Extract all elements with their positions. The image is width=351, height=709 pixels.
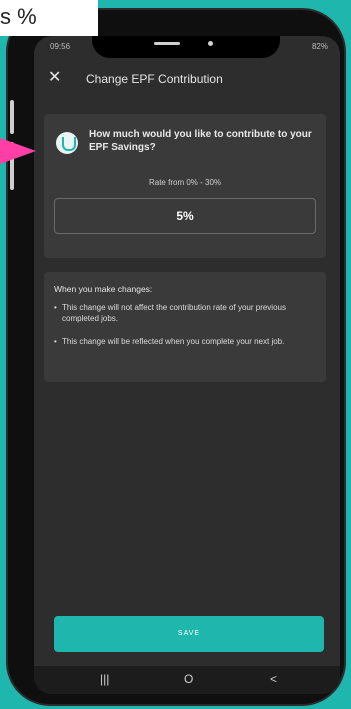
info-bullet: • This change will be reflected when you… <box>54 336 312 358</box>
volume-up-button <box>10 100 14 134</box>
recent-apps-button[interactable]: ||| <box>100 672 109 686</box>
info-heading: When you make changes: <box>54 284 153 294</box>
caption-box: s % <box>0 0 98 36</box>
save-button[interactable]: SAVE <box>54 616 324 652</box>
caption-text: s % <box>0 4 37 29</box>
info-bullet-text: This change will be reflected when you c… <box>62 337 285 346</box>
app-header: ✕ Change EPF Contribution <box>34 62 340 96</box>
epf-emblem-icon <box>56 132 78 154</box>
close-icon[interactable]: ✕ <box>48 70 61 86</box>
battery-level: 82% <box>311 42 328 51</box>
info-card: When you make changes: • This change wil… <box>44 272 326 382</box>
contribution-card: How much would you like to contribute to… <box>44 114 326 258</box>
back-button[interactable]: < <box>270 672 277 686</box>
status-time: 09:56 <box>50 42 71 51</box>
info-bullet: • This change will not affect the contri… <box>54 302 312 324</box>
phone-screen: 09:56 82% ✕ Change EPF Contribution How … <box>34 36 340 694</box>
android-nav-bar: ||| O < <box>34 666 340 694</box>
contribution-rate-input[interactable]: 5% <box>54 198 316 234</box>
bullet-dot-icon: • <box>54 303 57 312</box>
camera-notch <box>92 36 280 58</box>
contribution-question: How much would you like to contribute to… <box>89 129 312 153</box>
home-button[interactable]: O <box>184 672 193 686</box>
page-title: Change EPF Contribution <box>86 72 223 86</box>
contribution-rate-value: 5% <box>176 209 194 223</box>
info-bullet-text: This change will not affect the contribu… <box>62 303 286 323</box>
speaker-grille <box>154 42 180 45</box>
phone-frame: 09:56 82% ✕ Change EPF Contribution How … <box>6 8 346 706</box>
camera-dot <box>208 41 213 46</box>
bullet-dot-icon: • <box>54 337 57 346</box>
pink-arrow-icon <box>0 138 36 164</box>
rate-range-label: Rate from 0% - 30% <box>148 178 222 187</box>
